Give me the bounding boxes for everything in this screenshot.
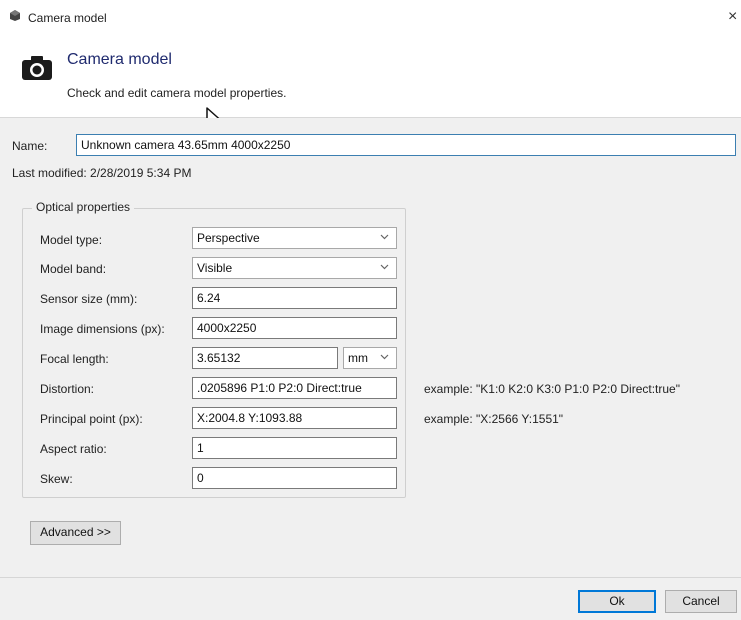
cancel-button[interactable]: Cancel [665, 590, 737, 613]
chevron-down-icon [380, 264, 389, 270]
model-band-label: Model band: [40, 262, 107, 276]
chevron-down-icon [380, 234, 389, 240]
aspect-ratio-label: Aspect ratio: [40, 442, 107, 456]
skew-label: Skew: [40, 472, 73, 486]
model-type-select[interactable]: Perspective [192, 227, 397, 249]
dialog-header [0, 34, 741, 118]
focal-length-unit-value: mm [348, 351, 368, 365]
last-modified-text: Last modified: 2/28/2019 5:34 PM [12, 166, 192, 180]
skew-input[interactable]: 0 [192, 467, 397, 489]
focal-length-input[interactable]: 3.65132 [192, 347, 338, 369]
sensor-size-input[interactable]: 6.24 [192, 287, 397, 309]
dialog-description: Check and edit camera model properties. [67, 86, 287, 100]
model-band-select[interactable]: Visible [192, 257, 397, 279]
optical-properties-title: Optical properties [32, 200, 135, 214]
image-dimensions-label: Image dimensions (px): [40, 322, 165, 336]
model-type-value: Perspective [197, 231, 260, 245]
close-icon[interactable]: × [728, 8, 741, 26]
model-type-label: Model type: [40, 233, 103, 247]
principal-point-input[interactable]: X:2004.8 Y:1093.88 [192, 407, 397, 429]
distortion-label: Distortion: [40, 382, 95, 396]
focal-length-unit-select[interactable]: mm [343, 347, 397, 369]
camera-icon [22, 56, 52, 80]
title-bar [0, 0, 741, 34]
principal-point-example: example: "X:2566 Y:1551" [424, 412, 564, 426]
distortion-input[interactable]: .0205896 P1:0 P2:0 Direct:true [192, 377, 397, 399]
principal-point-label: Principal point (px): [40, 412, 143, 426]
dialog-heading: Camera model [67, 51, 172, 68]
model-band-value: Visible [197, 261, 233, 275]
advanced-button[interactable]: Advanced >> [30, 521, 121, 545]
focal-length-label: Focal length: [40, 352, 109, 366]
image-dimensions-input[interactable]: 4000x2250 [192, 317, 397, 339]
aspect-ratio-input[interactable]: 1 [192, 437, 397, 459]
chevron-down-icon [380, 354, 389, 360]
window-title: Camera model [28, 11, 107, 25]
distortion-example: example: "K1:0 K2:0 K3:0 P1:0 P2:0 Direc… [424, 382, 680, 396]
name-label: Name: [12, 139, 48, 153]
camera-app-icon [10, 10, 20, 21]
sensor-size-label: Sensor size (mm): [40, 292, 138, 306]
name-input[interactable]: Unknown camera 43.65mm 4000x2250 [76, 134, 736, 156]
ok-button[interactable]: Ok [578, 590, 656, 613]
